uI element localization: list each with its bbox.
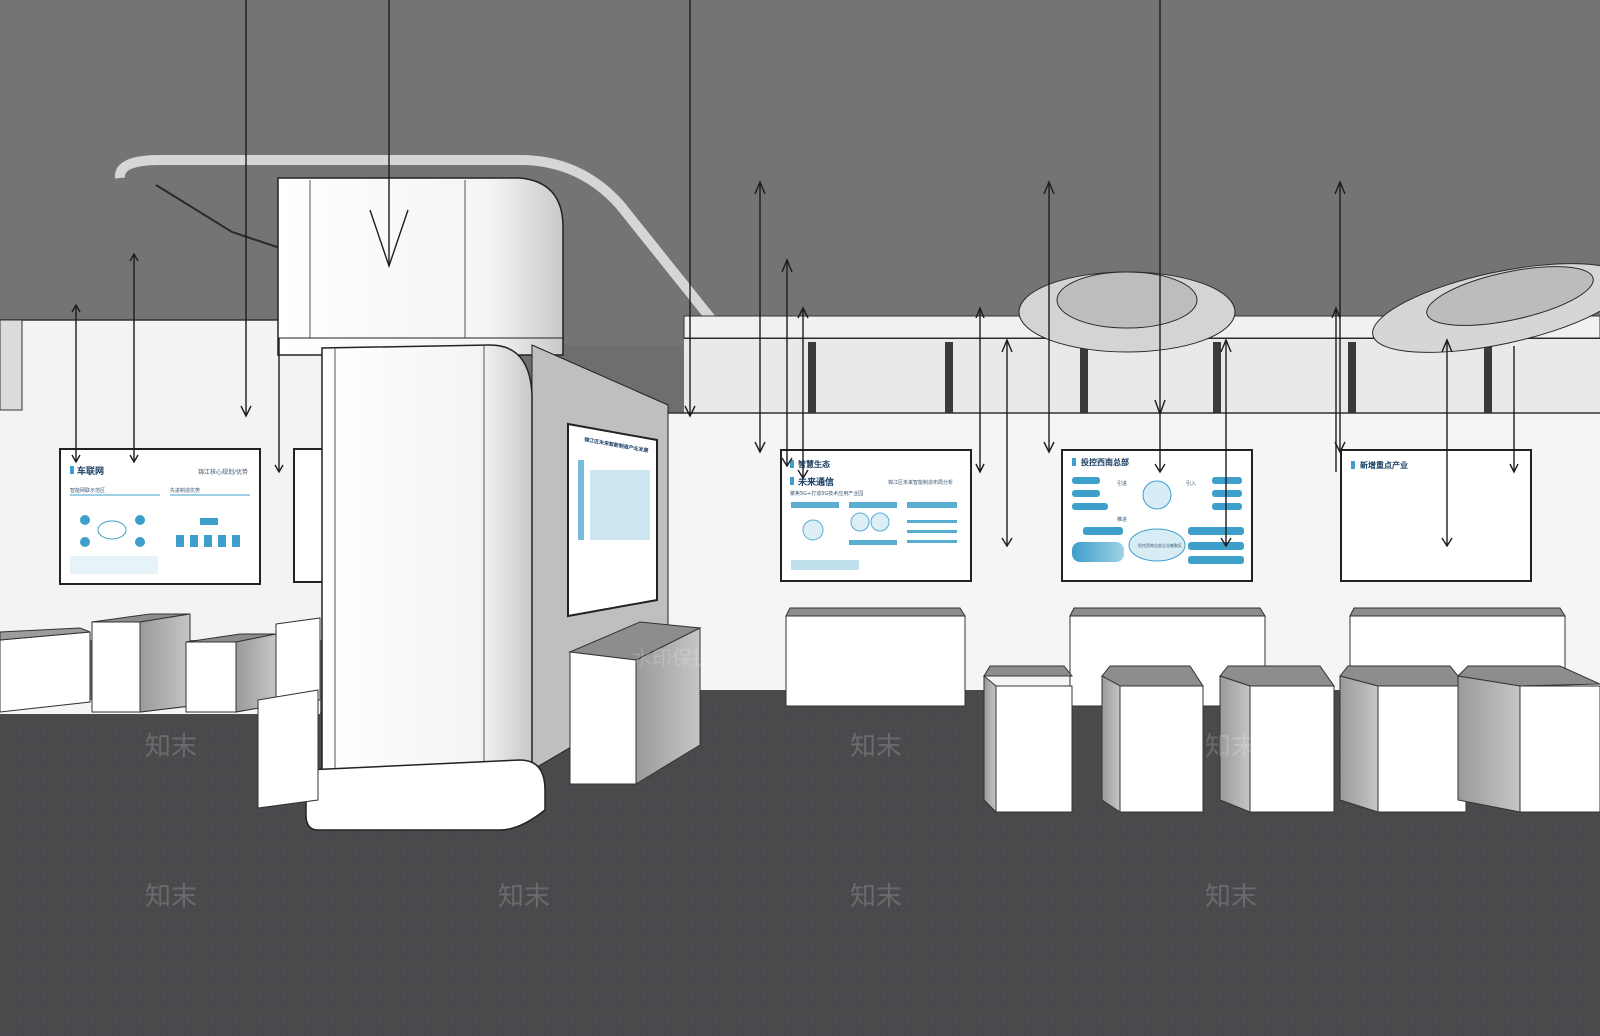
right-display-board: 投控西南总部 引进 引入 推进 投控西南总部企业集聚区	[1061, 449, 1253, 582]
right-board-bottom-label: 推进	[1117, 516, 1127, 523]
left-board-title: 车联网	[77, 465, 104, 477]
far-right-display-board: 新增重点产业	[1340, 449, 1532, 582]
center-board-right-note: 锦江区未来智能制造布局分析	[888, 479, 953, 486]
left-partial-board	[293, 448, 325, 583]
watermark-banner: 水印保护	[632, 646, 712, 670]
right-board-right-label: 引入	[1186, 480, 1196, 487]
right-board-left-label: 引进	[1117, 480, 1127, 487]
left-board-section-1: 智能网联示范区	[70, 487, 105, 494]
ceiling	[0, 0, 1600, 345]
watermark-logo-7: 知末	[1205, 882, 1257, 912]
watermark-logo-1: 知末	[145, 732, 197, 762]
left-board-right-title: 锦江核心规划/优势	[198, 468, 248, 476]
watermark-logo-4: 知末	[145, 882, 197, 912]
watermark-logo-6: 知末	[850, 882, 902, 912]
exhibition-hall-scene: 车联网 锦江核心规划/优势 智能网联示范区 先进制造优势 锦江区未来智能制造产业…	[0, 0, 1600, 1036]
right-board-center-label: 投控西南总部企业集聚区	[1138, 542, 1182, 548]
watermark-logo-2: 知末	[850, 732, 902, 762]
scene-drawing: 车联网 锦江核心规划/优势 智能网联示范区 先进制造优势 锦江区未来智能制造产业…	[0, 0, 1600, 1036]
main-pillar	[305, 344, 546, 831]
center-board-section: 聚焦5G+打造5G技术应用产业园	[790, 490, 863, 497]
pillar-soffit	[277, 177, 564, 356]
center-display-board: 智慧生态 未来通信 锦江区未来智能制造布局分析 聚焦5G+打造5G技术应用产业园	[780, 449, 972, 582]
ceiling-disc-light-1	[1018, 271, 1236, 353]
far-right-board-title: 新增重点产业	[1360, 460, 1408, 470]
left-display-board: 车联网 锦江核心规划/优势 智能网联示范区 先进制造优势	[59, 448, 261, 585]
right-board-title: 投控西南总部	[1081, 457, 1129, 467]
watermark-logo-3: 知末	[1205, 732, 1257, 762]
left-board-section-2: 先进制造优势	[170, 487, 200, 494]
watermark-logo-5: 知末	[498, 882, 550, 912]
